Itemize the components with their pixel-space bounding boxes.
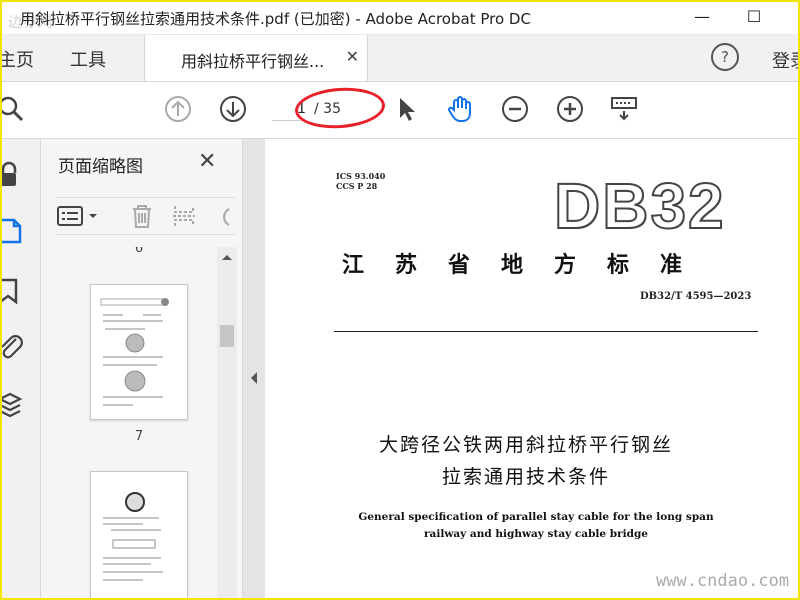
help-icon[interactable]: ? [711,43,739,71]
panel-collapse-strip[interactable] [243,139,265,598]
tools-tab[interactable]: 工具 [70,46,106,72]
close-panel-icon[interactable]: ✕ [198,149,216,174]
annotation-circle [293,84,387,132]
document-view[interactable]: ICS 93.040 CCS P 28 DB32 江苏省地方标准 DB32/T … [266,139,798,598]
next-page-icon[interactable] [218,94,248,124]
ccs-line: CCS P 28 [336,181,378,191]
divider [334,331,758,332]
scroll-up-icon[interactable] [221,253,233,261]
toolbar: 1 / 35 [2,82,798,139]
tab-bar: 主页 工具 用斜拉桥平行钢丝... ✕ ? 登录 [2,35,798,82]
maximize-button[interactable]: ☐ [740,6,768,28]
page-thumbnail[interactable] [90,471,188,598]
rotate-page-icon[interactable] [213,203,233,229]
standard-category: 江苏省地方标准 [342,252,714,278]
select-cursor-icon[interactable] [392,94,422,124]
app-window: 边亦网 用斜拉桥平行钢丝拉索通用技术条件.pdf (已加密) - Adobe A… [0,0,800,600]
title-en-line: General specification of parallel stay c… [358,511,714,523]
page-number-label: 7 [134,429,144,444]
layers-icon[interactable] [2,391,26,419]
lock-icon[interactable] [2,161,26,189]
page-thumbnail-preview [100,298,169,406]
signin-button[interactable]: 登录 [772,47,798,73]
thumbnails-title: 页面缩略图 [58,157,143,177]
standard-number: DB32/T 4595—2023 [640,291,752,302]
ics-line: ICS 93.040 [336,171,386,181]
document-tab-label: 用斜拉桥平行钢丝... [181,52,325,71]
search-icon[interactable] [0,94,26,124]
document-title-cn: 大跨径公铁两用斜拉桥平行钢丝 拉索通用技术条件 [326,429,726,493]
delete-page-icon[interactable] [129,203,155,229]
thumbnail-list: 6 7 [41,247,219,598]
close-tab-icon[interactable]: ✕ [346,47,359,66]
window-title: 用斜拉桥平行钢丝拉索通用技术条件.pdf (已加密) - Adobe Acrob… [20,10,531,28]
page-thumbnails-icon[interactable] [2,217,26,245]
options-menu-icon[interactable] [57,205,101,227]
ics-code: ICS 93.040 CCS P 28 [336,171,385,191]
minimize-button[interactable]: — [688,6,716,28]
previous-page-icon[interactable] [163,94,193,124]
document-title-en: General specification of parallel stay c… [346,509,726,543]
zoom-in-icon[interactable] [555,94,585,124]
home-tab[interactable]: 主页 [2,46,34,72]
site-watermark: www.cndao.com [656,571,790,591]
page-number-label: 6 [134,247,144,256]
attachment-icon[interactable] [2,333,26,361]
hand-tool-icon[interactable] [445,94,475,124]
title-bar: 边亦网 用斜拉桥平行钢丝拉索通用技术条件.pdf (已加密) - Adobe A… [2,2,798,35]
extract-page-icon[interactable] [171,203,197,229]
zoom-out-icon[interactable] [500,94,530,124]
title-cn-line: 拉索通用技术条件 [441,466,610,488]
page-thumbnail-preview [103,492,163,581]
title-en-line: railway and highway stay cable bridge [424,528,648,540]
scrollbar-thumb[interactable] [220,325,234,347]
thumbnail-toolbar [55,197,235,235]
collapse-arrow-icon[interactable] [249,371,259,385]
document-tab[interactable]: 用斜拉桥平行钢丝... ✕ [144,35,368,81]
standard-code-logo: DB32 [553,169,726,243]
page-thumbnail[interactable] [90,284,188,420]
bookmark-icon[interactable] [2,277,26,305]
keyboard-icon[interactable] [609,94,639,124]
thumbnails-panel: 页面缩略图 ✕ 6 7 [41,139,243,598]
title-cn-line: 大跨径公铁两用斜拉桥平行钢丝 [378,434,673,456]
thumbnail-scrollbar[interactable] [217,247,237,598]
left-rail [2,139,41,598]
